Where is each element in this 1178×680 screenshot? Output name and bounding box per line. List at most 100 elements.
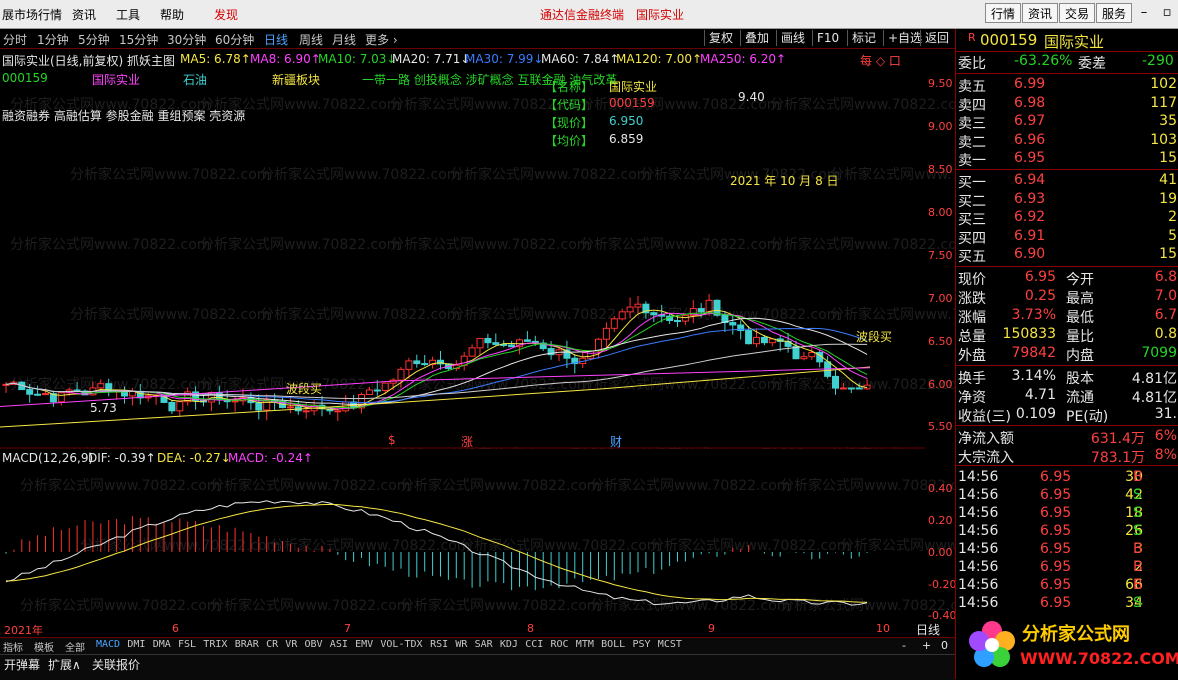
period-5min[interactable]: 5分钟 bbox=[78, 31, 110, 48]
period-60min[interactable]: 60分钟 bbox=[215, 31, 254, 48]
fuquan-button[interactable]: 复权 bbox=[704, 30, 737, 46]
indicator-tab[interactable]: DMA bbox=[153, 639, 171, 650]
price-tick: 7.50 bbox=[928, 249, 953, 262]
weibi-value: -63.26% bbox=[1014, 53, 1073, 69]
menu-info[interactable]: 资讯 bbox=[72, 6, 96, 23]
candle-body bbox=[839, 387, 847, 390]
period-weekly[interactable]: 周线 bbox=[299, 31, 323, 48]
indicator-tab[interactable]: 模板 bbox=[34, 639, 54, 654]
stat-label: 流通 bbox=[1066, 390, 1094, 406]
bid-price[interactable]: 6.94 bbox=[1014, 172, 1045, 188]
period-monthly[interactable]: 月线 bbox=[332, 31, 356, 48]
candle-body bbox=[413, 360, 421, 365]
chart-header: 国际实业(日线,前复权) 抓妖主图 MA5: 6.78↑ MA8: 6.90↑ … bbox=[0, 50, 955, 130]
stat-label: 净资 bbox=[958, 390, 986, 406]
indicator-tab[interactable]: WR bbox=[455, 639, 467, 650]
indicator-tab[interactable]: KDJ bbox=[500, 639, 518, 650]
quote-name: 国际实业 bbox=[1044, 33, 1105, 51]
ma120-line bbox=[0, 366, 871, 428]
period-indicator[interactable]: 日线 bbox=[916, 621, 940, 638]
indicator-tab[interactable]: FSL bbox=[178, 639, 196, 650]
news-button[interactable]: 资讯 bbox=[1022, 3, 1059, 23]
ask-volume: 35 bbox=[1159, 113, 1177, 129]
bid-volume: 19 bbox=[1159, 190, 1177, 207]
ask-price[interactable]: 6.99 bbox=[1014, 76, 1045, 92]
danmaku-toggle[interactable]: 开弹幕 bbox=[4, 656, 40, 673]
indicator-tab[interactable]: EMV bbox=[355, 639, 373, 650]
bid-price[interactable]: 6.93 bbox=[1014, 191, 1045, 207]
indicator-tab[interactable]: OBV bbox=[305, 639, 323, 650]
ask-price[interactable]: 6.97 bbox=[1014, 113, 1045, 129]
ask-price[interactable]: 6.96 bbox=[1014, 132, 1045, 148]
overlay-button[interactable]: 叠加 bbox=[740, 30, 773, 46]
bid-price[interactable]: 6.90 bbox=[1014, 246, 1045, 262]
expand-button[interactable]: 扩展∧ bbox=[48, 656, 81, 673]
macd-chart[interactable]: 分析家公式网www.70822.com分析家公式网www.70822.com分析… bbox=[0, 450, 955, 636]
indicator-tab[interactable]: RSI bbox=[430, 639, 448, 650]
menu-discover[interactable]: 发现 bbox=[214, 6, 238, 23]
candle-body bbox=[634, 303, 642, 308]
period-daily[interactable]: 日线 bbox=[264, 31, 288, 48]
indicator-tab[interactable]: CR bbox=[266, 639, 278, 650]
period-1min[interactable]: 1分钟 bbox=[37, 31, 69, 48]
indicator-tab[interactable]: MCST bbox=[658, 639, 682, 650]
menu-tools[interactable]: 工具 bbox=[116, 6, 140, 23]
service-button[interactable]: 服务 bbox=[1096, 3, 1133, 23]
ask-price[interactable]: 6.98 bbox=[1014, 95, 1045, 111]
indicator-tab[interactable]: SAR bbox=[475, 639, 493, 650]
quote-button[interactable]: 行情 bbox=[985, 3, 1022, 23]
zoom-reset-button[interactable]: 0 bbox=[941, 639, 948, 652]
bid-label: 买四 bbox=[958, 230, 986, 247]
market-menu[interactable]: 展市场行情 bbox=[2, 6, 62, 23]
zoom-in-button[interactable]: + bbox=[922, 639, 931, 652]
draw-line-button[interactable]: 画线 bbox=[776, 30, 809, 46]
indicator-tab[interactable]: BOLL bbox=[601, 639, 625, 650]
indicator-tab[interactable]: ASI bbox=[330, 639, 348, 650]
header-marks[interactable]: 每 ◇ 口 bbox=[860, 52, 901, 69]
candle-body bbox=[73, 389, 81, 392]
back-button[interactable]: 返回 bbox=[920, 30, 953, 46]
indicator-tab[interactable]: VR bbox=[285, 639, 297, 650]
zoom-out-button[interactable]: - bbox=[902, 639, 906, 652]
price-tick: 9.50 bbox=[928, 77, 953, 90]
stock-code: 000159 bbox=[2, 71, 48, 85]
candle-body bbox=[231, 400, 239, 403]
trade-button[interactable]: 交易 bbox=[1059, 3, 1096, 23]
candle-body bbox=[26, 389, 34, 395]
period-more[interactable]: 更多 › bbox=[365, 31, 398, 48]
f10-button[interactable]: F10 bbox=[812, 30, 843, 46]
candle-body bbox=[492, 342, 500, 345]
indicator-tab[interactable]: VOL-TDX bbox=[380, 639, 422, 650]
flow-value: 631.4万 bbox=[1090, 431, 1145, 447]
indicator-tab[interactable]: 指标 bbox=[3, 639, 23, 654]
indicator-tab[interactable]: MACD bbox=[96, 639, 120, 650]
maximize-icon[interactable]: ▫ bbox=[1159, 4, 1175, 22]
bid-price[interactable]: 6.91 bbox=[1014, 228, 1045, 244]
mark-button[interactable]: 标记 bbox=[847, 30, 880, 46]
indicator-tab[interactable]: DMI bbox=[127, 639, 145, 650]
indicator-tab[interactable]: PSY bbox=[633, 639, 651, 650]
candle-body bbox=[602, 327, 610, 340]
indicator-tab[interactable]: ROC bbox=[551, 639, 569, 650]
period-30min[interactable]: 30分钟 bbox=[167, 31, 206, 48]
candle-body bbox=[57, 392, 65, 403]
bid-volume: 5 bbox=[1168, 227, 1177, 244]
ask-price[interactable]: 6.95 bbox=[1014, 150, 1045, 166]
indicator-tab[interactable]: CCI bbox=[525, 639, 543, 650]
indicator-tab[interactable]: 全部 bbox=[65, 639, 85, 654]
stat-label: 量比 bbox=[1066, 329, 1094, 345]
menu-help[interactable]: 帮助 bbox=[160, 6, 184, 23]
indicator-tab[interactable]: MTM bbox=[576, 639, 594, 650]
candle-body bbox=[650, 312, 658, 316]
indicator-tab[interactable]: BRAR bbox=[235, 639, 259, 650]
month-label: 8 bbox=[527, 622, 534, 635]
r-flag-icon: R bbox=[968, 31, 976, 44]
related-quotes-button[interactable]: 关联报价 bbox=[92, 656, 140, 673]
stat-label: 内盘 bbox=[1066, 348, 1094, 364]
indicator-tab[interactable]: TRIX bbox=[203, 639, 227, 650]
info-code-value: 000159 bbox=[609, 96, 655, 110]
period-minute-share[interactable]: 分时 bbox=[3, 31, 27, 48]
bid-price[interactable]: 6.92 bbox=[1014, 209, 1045, 225]
minimize-icon[interactable]: – bbox=[1136, 4, 1152, 22]
period-15min[interactable]: 15分钟 bbox=[119, 31, 158, 48]
